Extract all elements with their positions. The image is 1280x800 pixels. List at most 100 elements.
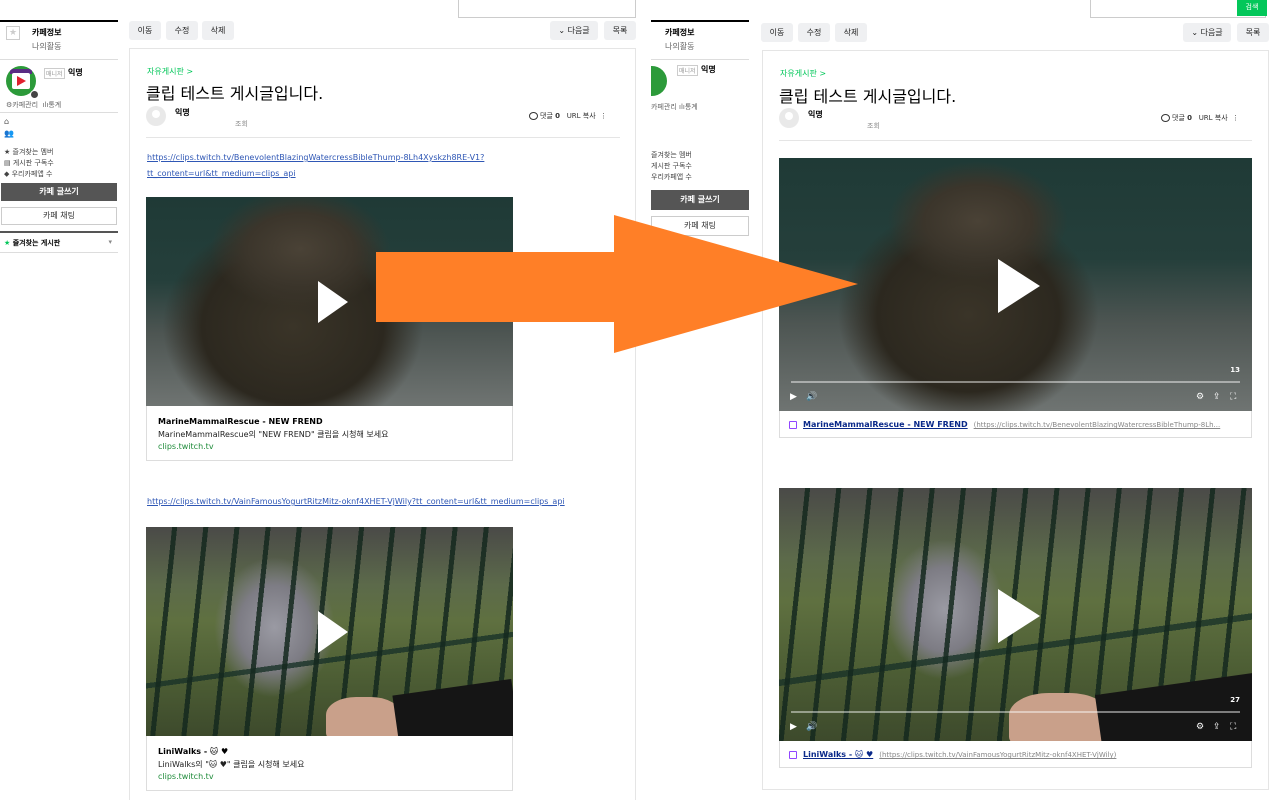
stat-board-subscribers: 게시판 구독수: [651, 162, 692, 170]
tab-my-activity[interactable]: 나의활동: [32, 41, 61, 52]
delete-button[interactable]: 삭제: [202, 21, 234, 40]
play-icon[interactable]: [318, 611, 348, 653]
chevron-down-icon[interactable]: ▾: [108, 238, 112, 246]
move-button[interactable]: 이동: [129, 21, 161, 40]
search-button[interactable]: 검색: [1237, 0, 1267, 16]
play-icon[interactable]: ▶: [790, 722, 797, 732]
clip-card-description: MarineMammalRescue의 "NEW FREND" 클립을 시청해 …: [158, 430, 389, 439]
board-link[interactable]: 자유게시판 >: [147, 66, 193, 77]
comment-icon[interactable]: [1161, 114, 1170, 122]
chevron-down-icon: ⌄: [1191, 28, 1201, 37]
divider: [146, 137, 620, 138]
clip-card-info-1[interactable]: MarineMammalRescue - NEW FREND MarineMam…: [146, 406, 513, 461]
stat-board-subscribers: ▤ 게시판 구독수: [4, 159, 54, 167]
clip-embed-bar-1[interactable]: MarineMammalRescue - NEW FREND (https://c…: [779, 411, 1252, 438]
views-label: 조회: [235, 120, 248, 128]
share-icon[interactable]: ⇪: [1213, 722, 1221, 732]
comments-label[interactable]: 댓글: [1172, 114, 1185, 122]
tab-cafe-info[interactable]: 카페정보: [32, 27, 61, 38]
play-icon[interactable]: [318, 281, 348, 323]
move-button[interactable]: 이동: [761, 23, 793, 42]
progress-bar[interactable]: [791, 381, 1240, 383]
fullscreen-icon[interactable]: ⛶: [1230, 722, 1236, 732]
progress-bar[interactable]: [791, 711, 1240, 713]
clip-card-title: LiniWalks - 🐱 ♥: [158, 747, 229, 756]
edit-button[interactable]: 수정: [166, 21, 198, 40]
cafe-write-button[interactable]: 카페 글쓰기: [651, 190, 749, 210]
clip-embed-bar-2[interactable]: LiniWalks - 🐱 ♥ (https://clips.twitch.tv/…: [779, 741, 1252, 768]
tab-cafe-info[interactable]: 카페정보: [665, 27, 694, 38]
copy-url-button[interactable]: URL 복사: [1199, 114, 1228, 122]
fullscreen-icon[interactable]: ⛶: [1230, 392, 1236, 402]
stat-cafe-app: ◆ 우리카페앱 수: [4, 170, 53, 178]
delete-button[interactable]: 삭제: [835, 23, 867, 42]
next-post-label: 다음글: [567, 26, 590, 35]
manager-badge: 매니저: [44, 68, 65, 79]
members-icon[interactable]: 👥: [4, 129, 14, 138]
views-label: 조회: [867, 122, 880, 130]
settings-icon[interactable]: [30, 90, 39, 99]
clip-duration: 27: [1230, 696, 1240, 704]
clip-embed-url[interactable]: (https://clips.twitch.tv/BenevolentBlazi…: [974, 421, 1221, 429]
play-icon[interactable]: ▶: [790, 392, 797, 402]
manager-badge: 매니저: [677, 65, 698, 76]
clip-url-link-2[interactable]: https://clips.twitch.tv/VainFamousYogurt…: [147, 494, 617, 510]
share-icon[interactable]: ⇪: [1213, 392, 1221, 402]
author-name[interactable]: 익명: [175, 107, 190, 118]
clip-embed-title[interactable]: LiniWalks - 🐱 ♥: [803, 750, 873, 759]
board-link[interactable]: 자유게시판 >: [780, 68, 826, 79]
play-icon[interactable]: [998, 259, 1040, 313]
home-icon[interactable]: ⌂: [4, 117, 9, 126]
clip-player-2[interactable]: 27 ▶ 🔊 ⚙ ⇪ ⛶: [779, 488, 1252, 741]
clip-card-description: LiniWalks의 "🐱 ♥" 클립을 시청해 보세요: [158, 760, 305, 769]
twitch-icon: [789, 420, 797, 429]
post-meta: 댓글 0 URL 복사 ⋮: [529, 111, 607, 121]
clip-embed-title[interactable]: MarineMammalRescue - NEW FREND: [803, 420, 968, 429]
volume-icon[interactable]: 🔊: [806, 392, 817, 402]
hand-graphic: [326, 697, 401, 736]
play-icon[interactable]: [998, 589, 1040, 643]
manage-links: 카페관리 ılı통계: [651, 102, 698, 112]
list-button[interactable]: 목록: [604, 21, 636, 40]
stats-link[interactable]: 통계: [685, 103, 698, 111]
cafe-write-button[interactable]: 카페 글쓰기: [1, 183, 117, 201]
stats-link[interactable]: 통계: [48, 101, 61, 109]
search-input-left[interactable]: [458, 0, 636, 18]
cafe-manage-link[interactable]: 카페관리: [651, 103, 677, 111]
edit-button[interactable]: 수정: [798, 23, 830, 42]
nickname: 익명: [701, 65, 716, 74]
favorite-boards[interactable]: ★ 즐겨찾는 게시판 ▾: [0, 231, 118, 253]
author-name[interactable]: 익명: [808, 109, 823, 120]
arrow-body: [376, 252, 616, 322]
clip-card-domain: clips.twitch.tv: [158, 772, 214, 781]
next-post-button[interactable]: ⌄ 다음글: [550, 21, 598, 40]
cafe-manage-link[interactable]: 카페관리: [12, 101, 38, 109]
clip-embed-url[interactable]: (https://clips.twitch.tv/VainFamousYogur…: [879, 751, 1116, 759]
cafe-sidebar: ★ 카페정보 나의활동 매니저 익명 ⚙카페관리 ılı통계 ⌂ 👥 ★ 즐겨찾…: [0, 20, 118, 253]
sidebar-tabs: ★ 카페정보 나의활동: [0, 20, 118, 60]
list-button[interactable]: 목록: [1237, 23, 1269, 42]
clip-duration: 13: [1230, 366, 1240, 374]
clip-url-link-1[interactable]: https://clips.twitch.tv/BenevolentBlazin…: [147, 150, 617, 182]
clip-card-info-2[interactable]: LiniWalks - 🐱 ♥ LiniWalks의 "🐱 ♥" 클립을 시청해…: [146, 736, 513, 791]
post-title: 클립 테스트 게시글입니다.: [146, 84, 324, 103]
cafe-chat-button[interactable]: 카페 채팅: [1, 207, 117, 225]
comment-icon[interactable]: [529, 112, 538, 120]
settings-icon[interactable]: ⚙: [1196, 722, 1204, 732]
tab-my-activity[interactable]: 나의활동: [665, 41, 694, 52]
clip-thumbnail-2[interactable]: [146, 527, 513, 736]
stat-cafe-app: 우리카페앱 수: [651, 173, 692, 181]
twitch-icon: [789, 750, 797, 759]
star-icon[interactable]: ★: [6, 26, 20, 40]
post-meta: 댓글 0 URL 복사 ⋮: [1161, 113, 1239, 123]
more-icon[interactable]: ⋮: [1232, 114, 1239, 122]
comments-label[interactable]: 댓글: [540, 112, 553, 120]
more-icon[interactable]: ⋮: [600, 112, 607, 120]
clip-card-domain: clips.twitch.tv: [158, 442, 214, 451]
avatar: [779, 108, 799, 128]
next-post-button[interactable]: ⌄ 다음글: [1183, 23, 1231, 42]
copy-url-button[interactable]: URL 복사: [567, 112, 596, 120]
stat-favorite-members: ★ 즐겨찾는 멤버: [4, 148, 54, 156]
settings-icon[interactable]: ⚙: [1196, 392, 1204, 402]
volume-icon[interactable]: 🔊: [806, 722, 817, 732]
